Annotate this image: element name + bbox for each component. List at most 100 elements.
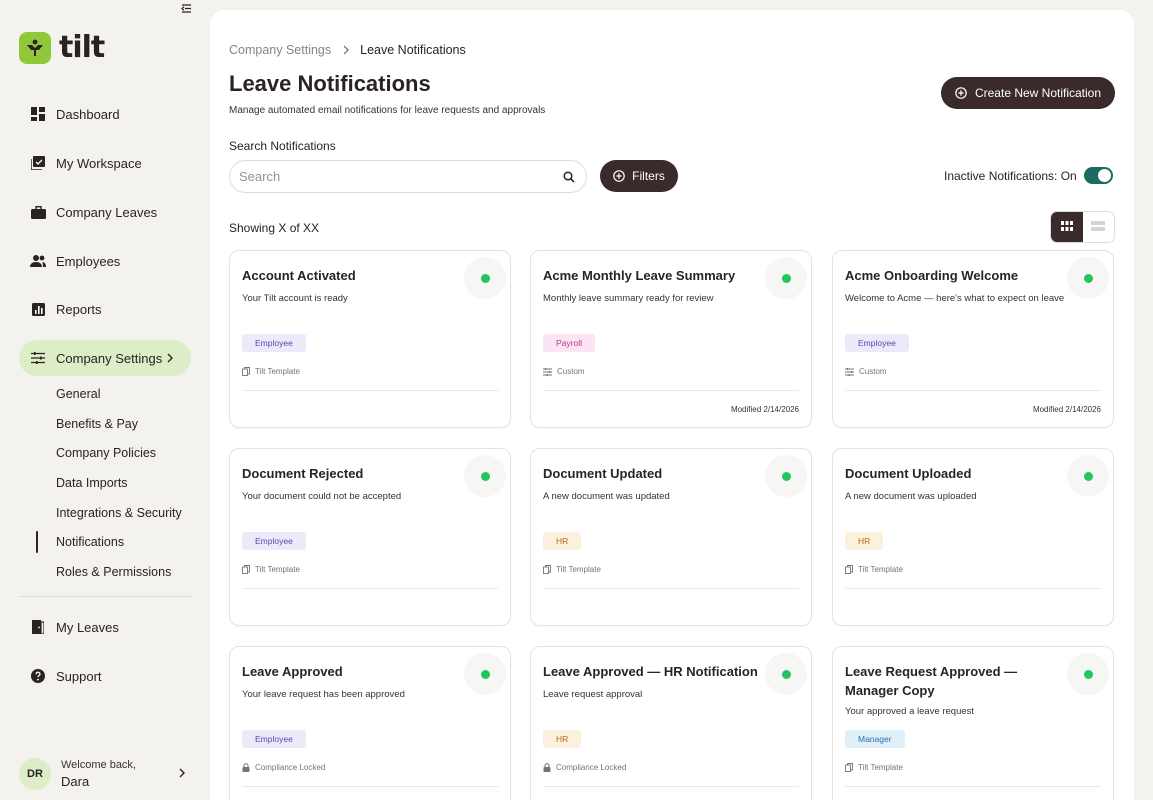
audience-tag: HR (543, 730, 582, 748)
list-view-button[interactable] (1083, 212, 1115, 242)
plus-circle-icon (613, 170, 625, 182)
nav-label: Dashboard (56, 106, 120, 122)
inactive-notifications-toggle-wrap: Inactive Notifications: On (944, 167, 1113, 184)
template-source: Tilt Template (242, 367, 300, 376)
notification-card[interactable]: Document Uploaded A new document was uplo… (832, 448, 1114, 626)
custom-icon (543, 367, 552, 376)
notification-card[interactable]: Acme Onboarding Welcome Welcome to Acme —… (832, 250, 1114, 428)
subnav-benefits-pay[interactable]: Benefits & Pay (56, 415, 138, 433)
active-status-dot (480, 273, 490, 283)
search-input[interactable] (239, 169, 539, 184)
copy-icon (845, 565, 853, 574)
template-source-label: Tilt Template (858, 565, 903, 574)
subnav-roles-permissions[interactable]: Roles & Permissions (56, 563, 171, 581)
search-box (229, 160, 587, 193)
copy-icon (845, 763, 853, 772)
card-title: Document Rejected (242, 466, 364, 481)
notification-card[interactable]: Leave Approved Your leave request has bee… (229, 646, 511, 800)
chevron-right-icon (167, 353, 177, 363)
search-icon[interactable] (563, 170, 575, 183)
notification-card[interactable]: Account Activated Your Tilt account is re… (229, 250, 511, 428)
tilt-logo-icon (19, 32, 51, 64)
card-title: Leave Request Approved — Manager Copy (845, 664, 1018, 698)
chart-icon (29, 300, 47, 318)
subnav-general[interactable]: General (56, 385, 100, 403)
active-status-dot (480, 669, 490, 679)
nav-reports[interactable]: Reports (19, 291, 191, 327)
breadcrumb-company-settings[interactable]: Company Settings (229, 43, 331, 57)
modified-date: Modified 2/14/2026 (1032, 405, 1101, 414)
inactive-toggle-label: Inactive Notifications: On (944, 168, 1077, 183)
template-source-label: Tilt Template (255, 367, 300, 376)
subnav-notifications[interactable]: Notifications (56, 533, 124, 551)
template-source-label: Tilt Template (858, 763, 903, 772)
status-indicator (1067, 653, 1109, 695)
template-source-label: Compliance Locked (556, 763, 627, 772)
nav-company-leaves[interactable]: Company Leaves (19, 194, 191, 230)
nav-support[interactable]: Support (19, 658, 191, 694)
audience-tag: Employee (242, 532, 306, 550)
main-panel: Company Settings Leave Notifications Lea… (210, 10, 1134, 800)
toggle-knob (1097, 169, 1111, 182)
template-source: Tilt Template (242, 565, 300, 574)
copy-icon (242, 367, 250, 376)
briefcase-icon (29, 203, 47, 221)
active-status-dot (781, 471, 791, 481)
template-source: Tilt Template (543, 565, 601, 574)
template-source: Custom (543, 367, 585, 376)
inactive-notifications-toggle[interactable] (1083, 167, 1113, 184)
copy-icon (543, 565, 551, 574)
nav-my-leaves[interactable]: My Leaves (19, 609, 191, 645)
nav-label: My Workspace (56, 155, 142, 171)
nav-employees[interactable]: Employees (19, 243, 191, 279)
create-notification-button[interactable]: Create New Notification (941, 77, 1115, 109)
template-source-label: Compliance Locked (255, 763, 326, 772)
grid-view-button[interactable] (1051, 212, 1083, 242)
copy-icon (242, 565, 250, 574)
template-source: Custom (845, 367, 887, 376)
active-status-dot (1083, 669, 1093, 679)
notification-card[interactable]: Acme Monthly Leave Summary Monthly leave … (530, 250, 812, 428)
audience-tag: Employee (242, 730, 306, 748)
audience-tag: Employee (845, 334, 909, 352)
help-icon (29, 667, 47, 685)
card-divider (845, 786, 1101, 787)
people-icon (29, 252, 47, 270)
card-title: Leave Approved (242, 664, 343, 679)
user-menu[interactable]: DR Welcome back, Dara (19, 757, 191, 791)
nav-label: My Leaves (56, 619, 119, 635)
user-name: Dara (61, 774, 90, 789)
card-divider (845, 390, 1101, 391)
active-status-dot (781, 669, 791, 679)
collapse-sidebar-icon[interactable] (179, 2, 193, 14)
active-status-dot (1083, 471, 1093, 481)
subnav-data-imports[interactable]: Data Imports (56, 474, 128, 492)
card-title: Document Uploaded (845, 466, 972, 481)
card-description: Welcome to Acme — here's what to expect … (845, 293, 1065, 304)
notification-card[interactable]: Leave Approved — HR Notification Leave re… (530, 646, 812, 800)
template-source: Tilt Template (845, 565, 903, 574)
nav-label: Company Settings (56, 350, 163, 366)
card-description: Your leave request has been approved (242, 689, 405, 700)
notification-card[interactable]: Leave Request Approved — Manager Copy You… (832, 646, 1114, 800)
filters-button[interactable]: Filters (600, 160, 678, 192)
template-source-label: Tilt Template (255, 565, 300, 574)
notification-card[interactable]: Document Updated A new document was updat… (530, 448, 812, 626)
card-description: Your Tilt account is ready (242, 293, 348, 304)
card-divider (242, 786, 498, 787)
sidebar: tilt Dashboard My Workspace Company Leav… (0, 0, 210, 800)
chevron-right-icon (343, 45, 349, 55)
nav-label: Company Leaves (56, 204, 158, 220)
nav-dashboard[interactable]: Dashboard (19, 96, 191, 132)
subnav-integrations-security[interactable]: Integrations & Security (56, 504, 182, 522)
list-icon (1091, 218, 1106, 236)
subnav-company-policies[interactable]: Company Policies (56, 444, 156, 462)
tilt-logo[interactable]: tilt (19, 32, 105, 64)
notification-card[interactable]: Document Rejected Your document could not… (229, 448, 511, 626)
lock-icon (242, 763, 250, 772)
nav-my-workspace[interactable]: My Workspace (19, 145, 191, 181)
nav-company-settings[interactable]: Company Settings (19, 340, 191, 376)
card-title: Leave Approved — HR Notification (543, 664, 758, 679)
card-divider (242, 390, 498, 391)
plus-circle-icon (955, 87, 967, 99)
